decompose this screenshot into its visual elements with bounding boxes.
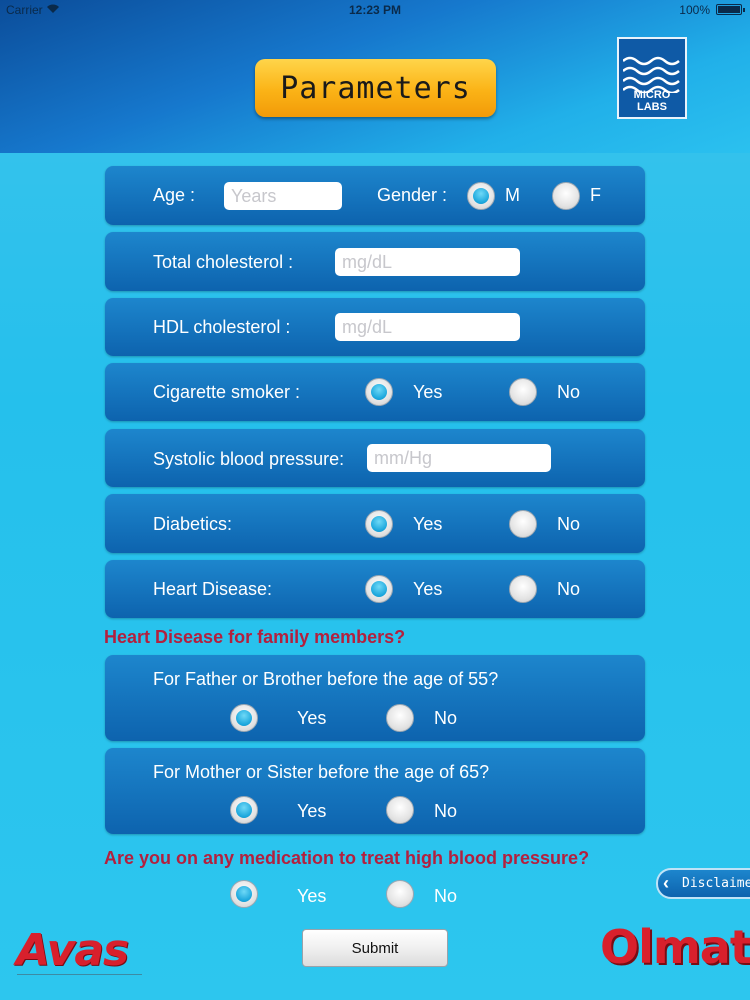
submit-button[interactable]: Submit: [302, 929, 448, 967]
battery-percent: 100%: [679, 3, 710, 17]
smoker-no-label: No: [557, 382, 581, 402]
father-no-radio[interactable]: [386, 704, 414, 732]
wave-logo-icon: [623, 56, 680, 93]
systolic-input[interactable]: [367, 444, 551, 472]
total-cholesterol-row: Total cholesterol :: [105, 232, 645, 291]
medication-heading: Are you on any medication to treat high …: [104, 848, 590, 868]
chevron-left-icon: ‹: [663, 873, 669, 893]
heart-disease-row: Heart Disease: Yes No: [105, 560, 645, 618]
medication-no-label: No: [434, 886, 458, 906]
hdl-cholesterol-row: HDL cholesterol :: [105, 298, 645, 356]
smoker-yes-label: Yes: [413, 382, 443, 402]
medication-yes-radio[interactable]: [230, 880, 258, 908]
hdl-cholesterol-label: HDL cholesterol :: [153, 317, 291, 337]
diabetics-yes-label: Yes: [413, 514, 443, 534]
heart-disease-yes-radio[interactable]: [365, 575, 393, 603]
smoker-yes-radio[interactable]: [365, 378, 393, 406]
disclaimer-button[interactable]: ‹ Disclaimer: [656, 868, 750, 899]
gender-f-label: F: [590, 185, 601, 205]
mother-sister-label: For Mother or Sister before the age of 6…: [153, 762, 490, 782]
diabetics-yes-radio[interactable]: [365, 510, 393, 538]
gender-f-radio[interactable]: [552, 182, 580, 210]
mother-no-radio[interactable]: [386, 796, 414, 824]
mother-sister-row: For Mother or Sister before the age of 6…: [105, 748, 645, 834]
smoker-label: Cigarette smoker :: [153, 382, 301, 402]
father-yes-label: Yes: [297, 708, 327, 728]
father-brother-label: For Father or Brother before the age of …: [153, 669, 499, 689]
avas-logo-subtext: —————————————————————————: [17, 972, 142, 978]
status-bar: Carrier 12:23 PM 100%: [0, 0, 750, 20]
age-gender-row: Age : Gender : M F: [105, 166, 645, 225]
mother-no-label: No: [434, 801, 458, 821]
battery-icon: [716, 4, 745, 15]
gender-m-radio[interactable]: [467, 182, 495, 210]
heart-disease-no-radio[interactable]: [509, 575, 537, 603]
hdl-cholesterol-input[interactable]: [335, 313, 520, 341]
smoker-no-radio[interactable]: [509, 378, 537, 406]
olmat-logo: Olmat: [600, 920, 750, 974]
father-yes-radio[interactable]: [230, 704, 258, 732]
age-label: Age :: [153, 185, 196, 205]
page-title: Parameters: [280, 70, 471, 106]
diabetics-no-radio[interactable]: [509, 510, 537, 538]
family-heading: Heart Disease for family members?: [104, 627, 406, 647]
disclaimer-label: Disclaimer: [682, 876, 750, 891]
age-input[interactable]: [224, 182, 342, 210]
mother-yes-radio[interactable]: [230, 796, 258, 824]
diabetics-label: Diabetics:: [153, 514, 233, 534]
logo-text: MICRO LABS: [633, 89, 671, 113]
heart-disease-no-label: No: [557, 579, 581, 599]
total-cholesterol-label: Total cholesterol :: [153, 252, 294, 272]
systolic-label: Systolic blood pressure:: [153, 449, 345, 469]
avas-logo: Avas: [16, 925, 129, 976]
smoker-row: Cigarette smoker : Yes No: [105, 363, 645, 421]
father-brother-row: For Father or Brother before the age of …: [105, 655, 645, 741]
total-cholesterol-input[interactable]: [335, 248, 520, 276]
heart-disease-label: Heart Disease:: [153, 579, 273, 599]
gender-label: Gender :: [377, 185, 448, 205]
systolic-row: Systolic blood pressure:: [105, 429, 645, 487]
page-title-badge: Parameters: [255, 59, 496, 117]
medication-yes-label: Yes: [297, 886, 327, 906]
micro-labs-logo: MICRO LABS: [617, 37, 687, 119]
app-header: Parameters MICRO LABS: [0, 0, 750, 153]
diabetics-no-label: No: [557, 514, 581, 534]
mother-yes-label: Yes: [297, 801, 327, 821]
heart-disease-yes-label: Yes: [413, 579, 443, 599]
gender-m-label: M: [505, 185, 520, 205]
medication-no-radio[interactable]: [386, 880, 414, 908]
father-no-label: No: [434, 708, 458, 728]
clock: 12:23 PM: [348, 3, 402, 17]
diabetics-row: Diabetics: Yes No: [105, 494, 645, 553]
